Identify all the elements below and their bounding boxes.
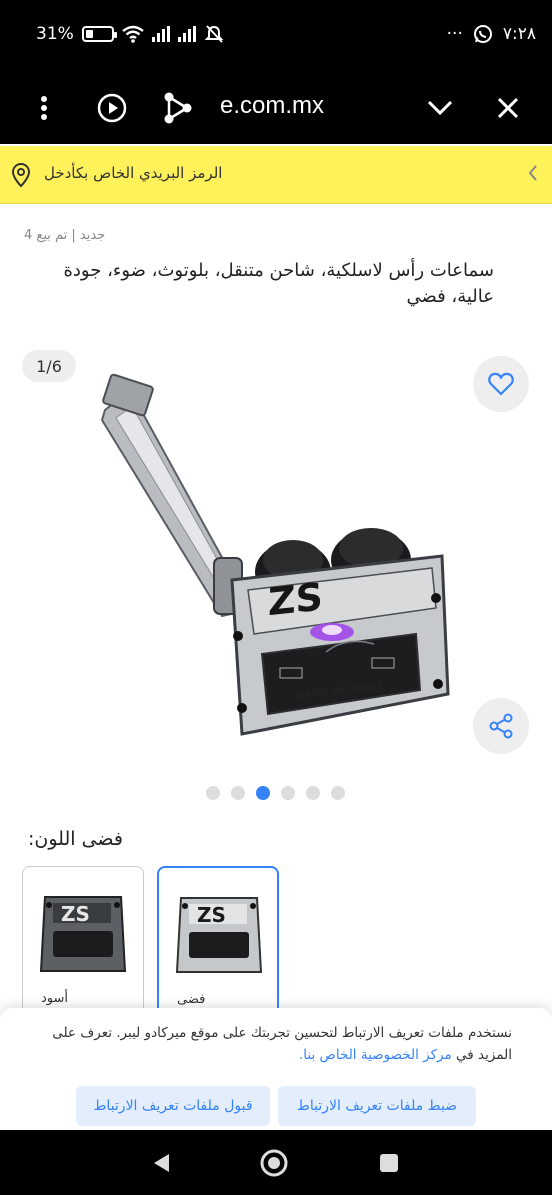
clock: ٧:٢٨ (502, 24, 536, 44)
location-pin-icon (11, 162, 31, 191)
status-right: ٧:٢٨ ··· (447, 24, 536, 44)
status-left: 31% (36, 24, 224, 44)
more-notifications-icon: ··· (446, 24, 463, 44)
browser-toolbar: e.com.mx (0, 72, 552, 144)
url-text[interactable]: e.com.mx (220, 92, 324, 120)
zip-code-label: الرمز البريدي الخاص بكأدخل (44, 164, 223, 182)
wifi-icon (122, 25, 144, 43)
status-bar: 31% ٧:٢٨ ··· (0, 0, 552, 72)
mute-icon (204, 25, 224, 43)
gallery-dot[interactable] (206, 786, 220, 800)
gallery-dot[interactable] (331, 786, 345, 800)
variant-black-thumbnail: ZS (39, 896, 127, 972)
signal-icon (151, 26, 170, 42)
accept-cookies-button[interactable]: قبول ملفات تعريف الارتباط (76, 1086, 270, 1126)
product-meta: جديد | تم بيع 4 (24, 228, 106, 243)
privacy-center-link[interactable]: مركز الخصوصية الخاص بنا. (299, 1047, 452, 1063)
chevron-down-icon[interactable] (418, 86, 462, 130)
home-icon[interactable] (259, 1148, 289, 1178)
variant-silver[interactable]: ZS فضى (157, 866, 279, 1016)
gallery-dots[interactable] (206, 786, 345, 800)
favorite-button[interactable] (473, 356, 529, 412)
whatsapp-icon (473, 25, 492, 43)
battery-icon (81, 26, 117, 42)
variant-name: أسود (41, 991, 69, 1006)
play-icon[interactable] (90, 86, 134, 130)
gallery-dot[interactable] (231, 786, 245, 800)
recents-icon[interactable] (374, 1148, 404, 1178)
share-nodes-icon[interactable] (156, 86, 200, 130)
cookie-settings-button[interactable]: ضبط ملفات تعريف الارتباط (278, 1086, 476, 1126)
device-brand-text: ZS (268, 575, 323, 625)
variant-black[interactable]: ZS أسود (22, 866, 144, 1016)
image-counter: 1/6 (22, 350, 76, 382)
more-vert-icon[interactable] (22, 86, 66, 130)
svg-text:ZS: ZS (197, 903, 226, 927)
heart-icon (488, 372, 514, 396)
color-label: فضى اللون: (28, 828, 123, 850)
share-button[interactable] (473, 698, 529, 754)
variant-name: فضى (177, 992, 206, 1007)
gallery-dot[interactable] (281, 786, 295, 800)
cookie-banner: نستخدم ملفات تعريف الارتباط لتحسين تجربت… (0, 1008, 552, 1130)
variant-silver-thumbnail: ZS (175, 897, 263, 973)
signal-icon-2 (177, 26, 196, 42)
svg-text:ZS: ZS (61, 902, 90, 926)
product-image[interactable]: ZS GAME HEADSET (90, 372, 460, 742)
back-icon[interactable] (146, 1148, 176, 1178)
share-icon (489, 713, 513, 739)
chevron-right-icon (528, 164, 538, 186)
gallery-dot[interactable] (306, 786, 320, 800)
zip-code-bar[interactable]: الرمز البريدي الخاص بكأدخل (0, 146, 552, 204)
battery-percent: 31% (36, 24, 74, 44)
cookie-text: نستخدم ملفات تعريف الارتباط لتحسين تجربت… (40, 1022, 512, 1066)
gallery-dot[interactable] (256, 786, 270, 800)
product-title: سماعات رأس لاسلكية، شاحن متنقل، بلوتوث، … (63, 260, 494, 307)
system-nav-bar (0, 1130, 552, 1195)
close-icon[interactable] (486, 86, 530, 130)
